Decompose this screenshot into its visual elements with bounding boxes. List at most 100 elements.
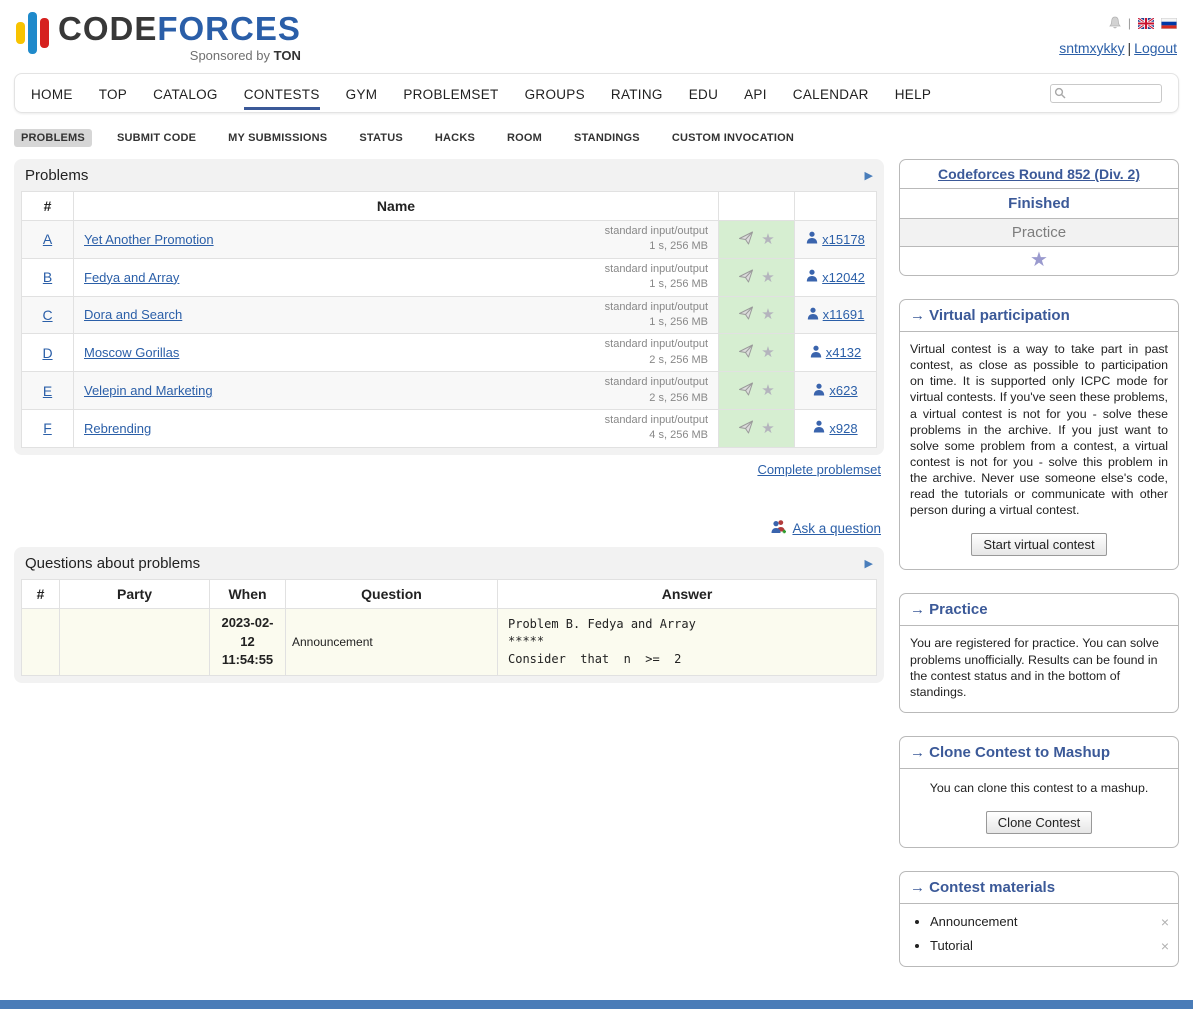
codeforces-logo-icon (16, 12, 49, 54)
subnav-submit-code[interactable]: SUBMIT CODE (110, 129, 203, 147)
contest-title-link[interactable]: Codeforces Round 852 (Div. 2) (938, 166, 1140, 182)
problems-box: Problems ▶ # Name A (14, 159, 884, 455)
complete-problemset-link[interactable]: Complete problemset (757, 462, 881, 477)
favorite-star-icon[interactable]: ★ (761, 345, 774, 360)
ask-question-link[interactable]: Ask a question (792, 521, 881, 536)
logout-link[interactable]: Logout (1134, 40, 1177, 56)
problem-name-link[interactable]: Moscow Gorillas (84, 345, 179, 360)
problems-collapse-arrow-icon[interactable]: ▶ (865, 169, 873, 182)
clone-mashup-box: → Clone Contest to Mashup You can clone … (899, 736, 1179, 848)
search-input[interactable] (1050, 84, 1162, 103)
problem-limits: standard input/output1 s, 256 MB (605, 300, 708, 331)
problems-table: # Name A Yet Another Promotion standard … (21, 191, 877, 448)
material-item-tutorial: Tutorial × (930, 938, 1178, 953)
solvers-count-link[interactable]: x928 (829, 421, 857, 436)
favorite-star-icon[interactable]: ★ (761, 383, 774, 398)
problem-name-link[interactable]: Dora and Search (84, 307, 182, 322)
favorite-star-icon[interactable]: ★ (761, 307, 774, 322)
username-link[interactable]: sntmxykky (1059, 40, 1124, 56)
ask-question-row: Ask a question (14, 519, 881, 538)
material-tutorial-link[interactable]: Tutorial (930, 938, 973, 953)
subnav-standings[interactable]: STANDINGS (567, 129, 647, 147)
nav-rating[interactable]: RATING (611, 76, 663, 110)
nav-catalog[interactable]: CATALOG (153, 76, 218, 110)
nav-top[interactable]: TOP (99, 76, 127, 110)
close-icon[interactable]: × (1161, 915, 1169, 929)
user-bar: sntmxykky|Logout (1059, 40, 1177, 56)
submit-plane-icon[interactable] (738, 230, 754, 249)
solvers-count-link[interactable]: x623 (829, 383, 857, 398)
english-flag-icon[interactable] (1138, 18, 1154, 29)
problem-name-link[interactable]: Velepin and Marketing (84, 383, 213, 398)
language-bar: | (1059, 15, 1177, 31)
start-virtual-contest-button[interactable]: Start virtual contest (971, 533, 1106, 556)
problems-col-name: Name (74, 192, 719, 221)
solvers-count-link[interactable]: x4132 (826, 345, 861, 360)
subnav-custom-invocation[interactable]: CUSTOM INVOCATION (665, 129, 801, 147)
favorite-contest-star-icon[interactable]: ★ (1030, 250, 1048, 270)
contest-mode: Practice (900, 219, 1178, 247)
clone-contest-button[interactable]: Clone Contest (986, 811, 1092, 834)
codeforces-logo[interactable]: CODEFORCES Sponsored by TON (16, 12, 301, 63)
solvers-count-link[interactable]: x11691 (823, 307, 865, 322)
nav-groups[interactable]: GROUPS (525, 76, 585, 110)
subnav-room[interactable]: ROOM (500, 129, 549, 147)
nav-problemset[interactable]: PROBLEMSET (403, 76, 498, 110)
questions-caption: Questions about problems (25, 555, 200, 572)
problem-letter-link[interactable]: F (43, 420, 52, 436)
favorite-star-icon[interactable]: ★ (761, 232, 774, 247)
question-when: 2023-02-12 11:54:55 (210, 608, 286, 676)
questions-collapse-arrow-icon[interactable]: ▶ (865, 557, 873, 570)
problem-letter-link[interactable]: A (43, 231, 52, 247)
subnav-problems[interactable]: PROBLEMS (14, 129, 92, 147)
submit-plane-icon[interactable] (738, 343, 754, 362)
submit-plane-icon[interactable] (738, 381, 754, 400)
logo-text-forces: FORCES (157, 10, 301, 47)
nav-home[interactable]: HOME (31, 76, 73, 110)
contest-info-box: Codeforces Round 852 (Div. 2) Finished P… (899, 159, 1179, 276)
nav-calendar[interactable]: CALENDAR (793, 76, 869, 110)
problem-limits: standard input/output2 s, 256 MB (605, 337, 708, 368)
submit-plane-icon[interactable] (738, 305, 754, 324)
subnav-hacks[interactable]: HACKS (428, 129, 482, 147)
nav-api[interactable]: API (744, 76, 767, 110)
solvers-count-link[interactable]: x15178 (822, 232, 865, 247)
favorite-star-icon[interactable]: ★ (761, 270, 774, 285)
subnav-my-submissions[interactable]: MY SUBMISSIONS (221, 129, 334, 147)
favorite-star-icon[interactable]: ★ (761, 421, 774, 436)
problem-letter-link[interactable]: E (43, 383, 52, 399)
question-text: Announcement (286, 608, 498, 676)
logo-text: CODEFORCES Sponsored by TON (58, 12, 301, 63)
search-icon (1054, 87, 1066, 102)
material-announcement-link[interactable]: Announcement (930, 914, 1017, 929)
problem-letter-link[interactable]: C (42, 307, 52, 323)
contest-title-row: Codeforces Round 852 (Div. 2) (900, 160, 1178, 189)
subnav-status[interactable]: STATUS (352, 129, 410, 147)
problem-letter-link[interactable]: D (42, 345, 52, 361)
solvers-person-icon (806, 231, 818, 247)
problem-name-link[interactable]: Fedya and Array (84, 270, 179, 285)
problem-name-link[interactable]: Yet Another Promotion (84, 232, 214, 247)
solvers-person-icon (810, 345, 822, 361)
nav-edu[interactable]: EDU (689, 76, 718, 110)
solvers-count-link[interactable]: x12042 (822, 270, 865, 285)
main-nav: HOME TOP CATALOG CONTESTS GYM PROBLEMSET… (14, 73, 1179, 113)
submit-plane-icon[interactable] (738, 419, 754, 438)
question-answer: Problem B. Fedya and Array ***** Conside… (498, 608, 877, 676)
questions-box: Questions about problems ▶ # Party When … (14, 547, 884, 684)
problem-row-f: F Rebrending standard input/output4 s, 2… (22, 409, 877, 447)
sponsored-prefix: Sponsored by (190, 48, 270, 63)
notifications-bell-icon[interactable] (1109, 16, 1121, 30)
nav-gym[interactable]: GYM (346, 76, 378, 110)
problem-limits: standard input/output1 s, 256 MB (605, 262, 708, 293)
russian-flag-icon[interactable] (1161, 18, 1177, 29)
submit-plane-icon[interactable] (738, 268, 754, 287)
problem-letter-link[interactable]: B (43, 269, 52, 285)
close-icon[interactable]: × (1161, 939, 1169, 953)
nav-contests[interactable]: CONTESTS (244, 76, 320, 110)
questions-col-question: Question (286, 579, 498, 608)
nav-help[interactable]: HELP (895, 76, 931, 110)
problem-name-link[interactable]: Rebrending (84, 421, 151, 436)
problems-col-index: # (22, 192, 74, 221)
nav-search (1050, 84, 1162, 103)
